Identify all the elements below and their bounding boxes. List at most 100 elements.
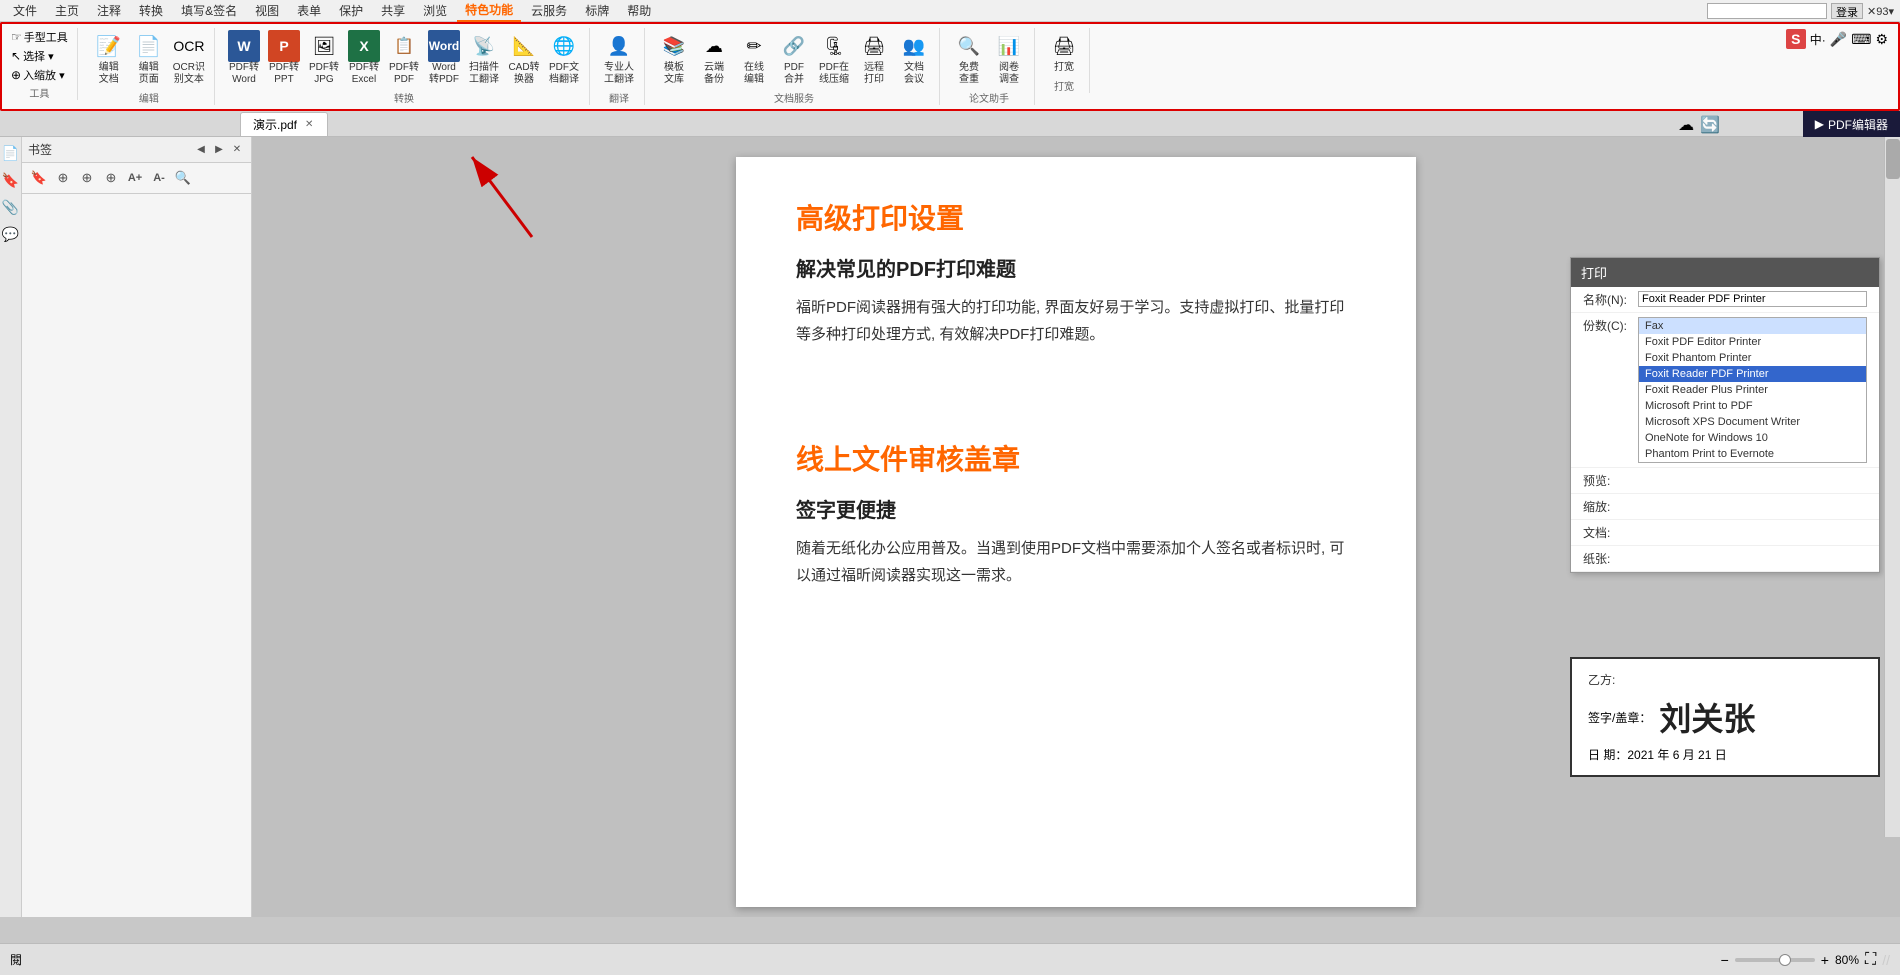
print-dialog: 打印 名称(N): 份数(C): Fax Foxit PDF Editor Pr… xyxy=(1570,257,1880,573)
signature-box: 乙方: 签字/盖章： 刘关张 日 期： 2021 年 6 月 21 日 xyxy=(1570,657,1880,777)
zoom-level[interactable]: ✕93▾ xyxy=(1867,5,1894,18)
cad-btn[interactable]: 📐 CAD转换器 xyxy=(505,28,543,88)
menu-cloud[interactable]: 云服务 xyxy=(523,0,575,21)
printer-foxit-reader[interactable]: Foxit Reader PDF Printer xyxy=(1639,366,1866,382)
menu-annotate[interactable]: 注释 xyxy=(89,0,129,21)
menu-form[interactable]: 表单 xyxy=(289,0,329,21)
pdf-to-excel-btn[interactable]: X PDF转Excel xyxy=(345,28,383,88)
sig-name-row: 签字/盖章： 刘关张 xyxy=(1588,694,1862,740)
menu-help[interactable]: 帮助 xyxy=(619,0,659,21)
menu-home[interactable]: 主页 xyxy=(47,0,87,21)
menu-browse[interactable]: 浏览 xyxy=(415,0,455,21)
sig-date-row: 日 期： 2021 年 6 月 21 日 xyxy=(1588,746,1862,763)
select-tool-btn[interactable]: ↖ 选择 ▾ xyxy=(8,47,71,65)
sidebar-next-btn[interactable]: ▶ xyxy=(211,142,227,158)
expand-btn[interactable]: ⛶ xyxy=(1865,951,1876,969)
sidebar-tool-4[interactable]: ⊕ xyxy=(100,167,122,189)
printer-foxit-plus[interactable]: Foxit Reader Plus Printer xyxy=(1639,382,1866,398)
zoom-tool-btn[interactable]: ⊕ 入缩放 ▾ xyxy=(8,66,71,84)
free-check-btn[interactable]: 🔍 免费查重 xyxy=(950,28,988,88)
doc-meeting-btn[interactable]: 👥 文档会议 xyxy=(895,28,933,88)
pdf-editor-btn[interactable]: ▶ PDF编辑器 xyxy=(1803,111,1900,137)
pdf-to-pdf-btn[interactable]: 📋 PDF转PDF xyxy=(385,28,423,88)
reading-survey-btn[interactable]: 📊 阅卷调查 xyxy=(990,28,1028,88)
remote-print-btn[interactable]: 🖨 远程打印 xyxy=(855,28,893,88)
print-group-label: 打宽 xyxy=(1054,78,1074,93)
print-btn[interactable]: 🖨 打宽 xyxy=(1045,28,1083,76)
expert-translate-btn[interactable]: 👤 专业人工翻译 xyxy=(600,28,638,88)
edit-page-btn[interactable]: 📄 编辑页面 xyxy=(130,28,168,88)
scrollbar[interactable] xyxy=(1884,137,1900,837)
hand-tool-btn[interactable]: ☞ 手型工具 xyxy=(8,28,71,46)
zoom-slider[interactable] xyxy=(1735,958,1815,962)
printer-phantom-evernote[interactable]: Phantom Print to Evernote xyxy=(1639,446,1866,462)
edit-page-icon: 📄 xyxy=(133,30,165,62)
word-to-pdf-btn[interactable]: Word Word转PDF xyxy=(425,28,463,88)
sidebar-close-btn[interactable]: ✕ xyxy=(229,142,245,158)
section1-body: 福昕PDF阅读器拥有强大的打印功能, 界面友好易于学习。支持虚拟打印、批量打印等… xyxy=(796,294,1356,348)
print-group: 🖨 打宽 打宽 xyxy=(1039,28,1090,93)
section2: 线上文件审核盖章 签字更便捷 随着无纸化办公应用普及。当遇到使用PDF文档中需要… xyxy=(796,438,1356,589)
pdf-to-word-btn[interactable]: W PDF转Word xyxy=(225,28,263,88)
sidebar-tool-5[interactable]: A+ xyxy=(124,167,146,189)
sig-party-label: 乙方: xyxy=(1588,671,1643,688)
search-input[interactable] xyxy=(1707,3,1827,19)
printer-ms-pdf[interactable]: Microsoft Print to PDF xyxy=(1639,398,1866,414)
menu-protect[interactable]: 保护 xyxy=(331,0,371,21)
edit-group-label: 编辑 xyxy=(139,90,159,105)
tab-close-btn[interactable]: ✕ xyxy=(303,119,315,130)
panel-comment-icon[interactable]: 💬 xyxy=(2,226,19,243)
printer-foxit-editor[interactable]: Foxit PDF Editor Printer xyxy=(1639,334,1866,350)
template-btn[interactable]: 📚 模板文库 xyxy=(655,28,693,88)
menu-file[interactable]: 文件 xyxy=(5,0,45,21)
pdf-translate-btn[interactable]: 🌐 PDF文档翻译 xyxy=(545,28,583,88)
pdf-tab[interactable]: 演示.pdf ✕ xyxy=(240,112,328,136)
spacer1 xyxy=(796,378,1356,438)
printer-foxit-phantom[interactable]: Foxit Phantom Printer xyxy=(1639,350,1866,366)
pdf-merge-icon: 🔗 xyxy=(778,30,810,62)
printer-fax[interactable]: Fax xyxy=(1639,318,1866,334)
sidebar-tool-2[interactable]: ⊕ xyxy=(52,167,74,189)
sig-name-text: 刘关张 xyxy=(1659,694,1755,740)
online-edit-btn[interactable]: ✏ 在线编辑 xyxy=(735,28,773,88)
login-button[interactable]: 登录 xyxy=(1831,3,1863,19)
ocr-btn[interactable]: OCR OCR识别文本 xyxy=(170,28,208,88)
menu-view[interactable]: 视图 xyxy=(247,0,287,21)
edit-doc-btn[interactable]: 📝 编辑文档 xyxy=(90,28,128,88)
compress-icon: 🗜 xyxy=(818,30,850,62)
panel-attachment-icon[interactable]: 📎 xyxy=(2,199,19,216)
menu-share[interactable]: 共享 xyxy=(373,0,413,21)
sidebar-prev-btn[interactable]: ◀ xyxy=(193,142,209,158)
compress-btn[interactable]: 🗜 PDF在线压缩 xyxy=(815,28,853,88)
zoom-thumb xyxy=(1779,954,1791,966)
arrow-svg xyxy=(452,147,572,247)
panel-bookmark-icon[interactable]: 🔖 xyxy=(2,172,19,189)
menu-special[interactable]: 特色功能 xyxy=(457,0,521,22)
arrow-annotation xyxy=(452,147,572,252)
section2-title: 线上文件审核盖章 xyxy=(796,438,1356,478)
printer-ms-xps[interactable]: Microsoft XPS Document Writer xyxy=(1639,414,1866,430)
printer-onenote[interactable]: OneNote for Windows 10 xyxy=(1639,430,1866,446)
scrollbar-thumb[interactable] xyxy=(1886,139,1900,179)
zoom-plus-btn[interactable]: + xyxy=(1821,952,1829,968)
doc-services-group: 📚 模板文库 ☁ 云端备份 ✏ 在线编辑 🔗 PDF合并 🗜 PDF在线压缩 🖨 xyxy=(649,28,940,105)
sidebar-tool-1[interactable]: 🔖 xyxy=(28,167,50,189)
sidebar-tool-7[interactable]: 🔍 xyxy=(172,167,194,189)
sidebar-toolbar: 🔖 ⊕ ⊕ ⊕ A+ A- 🔍 xyxy=(22,163,251,194)
cloud-backup-btn[interactable]: ☁ 云端备份 xyxy=(695,28,733,88)
zoom-minus-btn[interactable]: − xyxy=(1721,952,1729,968)
menu-convert[interactable]: 转换 xyxy=(131,0,171,21)
zoom-value: 80% xyxy=(1835,953,1859,967)
panel-page-icon[interactable]: 📄 xyxy=(2,145,19,162)
pdf-merge-btn[interactable]: 🔗 PDF合并 xyxy=(775,28,813,88)
ribbon: ☞ 手型工具 ↖ 选择 ▾ ⊕ 入缩放 ▾ 工具 📝 编辑文档 📄 编辑页面 O… xyxy=(0,22,1900,111)
printer-name-input[interactable] xyxy=(1638,291,1867,307)
sidebar-tool-3[interactable]: ⊕ xyxy=(76,167,98,189)
menu-sign[interactable]: 填写&签名 xyxy=(173,0,245,21)
pdf-to-ppt-btn[interactable]: P PDF转PPT xyxy=(265,28,303,88)
menu-signage[interactable]: 标牌 xyxy=(577,0,617,21)
pdf-to-jpg-btn[interactable]: 🖼 PDF转JPG xyxy=(305,28,343,88)
scan-btn[interactable]: 📡 扫描件工翻译 xyxy=(465,28,503,88)
sidebar-tool-6[interactable]: A- xyxy=(148,167,170,189)
sogou-label: 中· xyxy=(1810,31,1826,48)
